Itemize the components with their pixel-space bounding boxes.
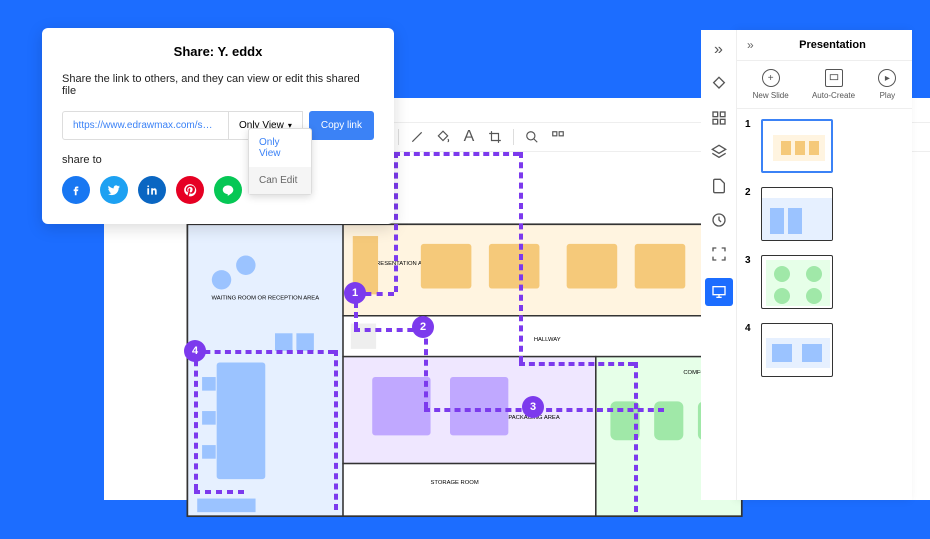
path-badge-1: 1 bbox=[344, 282, 366, 304]
fill-icon[interactable] bbox=[435, 129, 451, 145]
presentation-panel: » Presentation + New Slide Auto-Create ▸… bbox=[737, 30, 912, 500]
board-icon bbox=[825, 69, 843, 87]
slide-thumbnail[interactable] bbox=[761, 187, 833, 241]
copy-link-button[interactable]: Copy link bbox=[309, 111, 374, 140]
path-badge-4: 4 bbox=[184, 340, 206, 362]
permission-option-view[interactable]: Only View bbox=[249, 129, 311, 167]
play-icon: ▸ bbox=[878, 69, 896, 87]
pinterest-icon[interactable] bbox=[176, 176, 204, 204]
linkedin-icon[interactable] bbox=[138, 176, 166, 204]
slide-thumbnail[interactable] bbox=[761, 119, 833, 173]
permission-option-edit[interactable]: Can Edit bbox=[249, 167, 311, 194]
crop-icon[interactable] bbox=[487, 129, 503, 145]
room-label-storage: STORAGE ROOM bbox=[431, 480, 479, 486]
room-label-reception: WAITING ROOM OR RECEPTION AREA bbox=[211, 295, 319, 301]
share-title: Share: Y. eddx bbox=[62, 44, 374, 59]
share-description: Share the link to others, and they can v… bbox=[62, 73, 374, 97]
rail-fill-icon[interactable] bbox=[709, 74, 729, 94]
path-badge-2: 2 bbox=[412, 316, 434, 338]
room-label-hallway: HALLWAY bbox=[534, 337, 561, 343]
slide-item[interactable]: 2 bbox=[745, 187, 904, 241]
rail-page-icon[interactable] bbox=[709, 176, 729, 196]
text-color-icon[interactable]: A bbox=[461, 129, 477, 145]
play-button[interactable]: ▸ Play bbox=[878, 69, 896, 100]
new-slide-button[interactable]: + New Slide bbox=[753, 69, 789, 100]
slide-thumbnail[interactable] bbox=[761, 323, 833, 377]
line-color-icon[interactable] bbox=[409, 129, 425, 145]
panel-collapse-icon[interactable]: » bbox=[747, 38, 763, 52]
rail-layers-icon[interactable] bbox=[709, 142, 729, 162]
line-icon[interactable] bbox=[214, 176, 242, 204]
presentation-title: Presentation bbox=[763, 39, 902, 51]
rail-fullscreen-icon[interactable] bbox=[709, 244, 729, 264]
plus-icon: + bbox=[762, 69, 780, 87]
auto-create-button[interactable]: Auto-Create bbox=[812, 69, 855, 100]
rail-grid-icon[interactable] bbox=[709, 108, 729, 128]
search-icon[interactable] bbox=[524, 129, 540, 145]
right-icon-rail: » bbox=[701, 30, 737, 500]
slide-item[interactable]: 1 bbox=[745, 119, 904, 173]
slides-list: 1 2 3 4 bbox=[737, 109, 912, 500]
share-dialog: Share: Y. eddx Share the link to others,… bbox=[42, 28, 394, 224]
facebook-icon[interactable] bbox=[62, 176, 90, 204]
slide-thumbnail[interactable] bbox=[761, 255, 833, 309]
rail-collapse-icon[interactable]: » bbox=[709, 40, 729, 60]
permission-dropdown-menu: Only View Can Edit bbox=[248, 128, 312, 195]
slide-item[interactable]: 4 bbox=[745, 323, 904, 377]
path-badge-3: 3 bbox=[522, 396, 544, 418]
share-url-input[interactable]: https://www.edrawmax.com/server.. bbox=[62, 111, 229, 140]
grid-icon[interactable] bbox=[550, 129, 566, 145]
rail-history-icon[interactable] bbox=[709, 210, 729, 230]
rail-presentation-icon[interactable] bbox=[705, 278, 733, 306]
twitter-icon[interactable] bbox=[100, 176, 128, 204]
share-to-label: share to bbox=[62, 154, 374, 166]
slide-item[interactable]: 3 bbox=[745, 255, 904, 309]
